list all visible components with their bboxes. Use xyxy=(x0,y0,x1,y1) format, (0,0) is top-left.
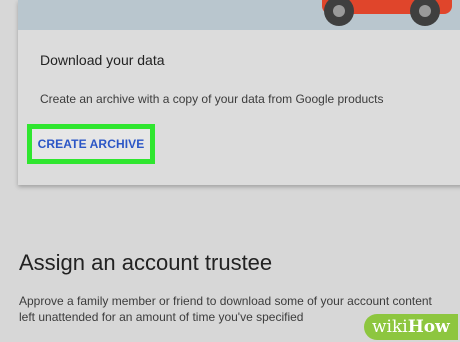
wheel-icon xyxy=(410,0,440,26)
wikihow-watermark: wikiHow xyxy=(364,314,458,340)
banner-illustration xyxy=(18,0,460,30)
download-data-card: Download your data Create an archive wit… xyxy=(18,0,460,185)
description-line: Approve a family member or friend to dow… xyxy=(19,294,432,308)
watermark-how: How xyxy=(407,317,450,337)
card-description: Create an archive with a copy of your da… xyxy=(40,92,384,106)
create-archive-label: CREATE ARCHIVE xyxy=(37,137,145,151)
watermark-wiki: wiki xyxy=(372,317,408,337)
section-title: Assign an account trustee xyxy=(19,250,273,275)
card-title: Download your data xyxy=(40,52,165,68)
wheel-icon xyxy=(324,0,354,26)
create-archive-button[interactable]: CREATE ARCHIVE xyxy=(27,124,155,164)
